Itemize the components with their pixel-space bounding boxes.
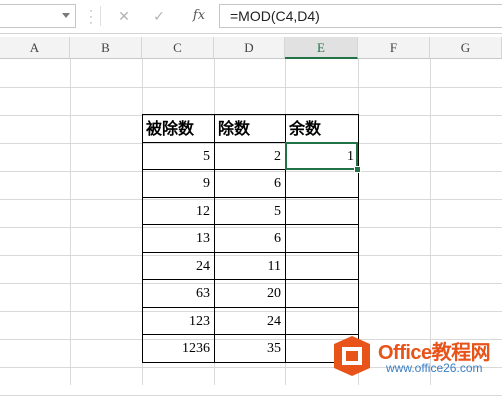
column-label: D [244, 40, 254, 55]
fx-label: fx [192, 8, 206, 23]
formula-text: =MOD(C4,D4) [230, 8, 320, 24]
table-header-cell[interactable]: 余数 [285, 115, 358, 143]
table-border [142, 114, 143, 363]
table-cell[interactable] [285, 198, 358, 226]
separator [100, 6, 101, 26]
table-cell[interactable]: 12 [142, 198, 214, 226]
column-header-g[interactable]: G [430, 37, 502, 59]
table-cell[interactable]: 24 [214, 308, 285, 336]
table-header-cell[interactable]: 被除数 [142, 115, 214, 143]
drag-handle-icon[interactable]: · · · [86, 4, 96, 28]
column-label: F [389, 40, 398, 55]
column-label: G [460, 40, 471, 55]
table-cell[interactable]: 6 [214, 170, 285, 198]
table-border [142, 279, 359, 280]
column-label: B [101, 40, 110, 55]
table-border [214, 114, 215, 363]
close-icon[interactable]: ✕ [113, 6, 135, 26]
column-header-d[interactable]: D [214, 37, 285, 59]
formula-bar: · · · ✕ ✓ fx =MOD(C4,D4) [0, 0, 502, 34]
table-cell[interactable]: 13 [142, 225, 214, 253]
chevron-down-icon[interactable] [62, 13, 70, 18]
table-border [142, 114, 359, 115]
column-header-b[interactable]: B [70, 37, 142, 59]
table-border [142, 334, 359, 335]
column-label: A [29, 40, 40, 55]
insert-function-icon[interactable]: fx [188, 5, 210, 27]
table-cell[interactable]: 5 [214, 198, 285, 226]
table-cell[interactable]: 1236 [142, 335, 214, 363]
column-label: C [173, 40, 182, 55]
gridline [70, 59, 71, 385]
table-cell[interactable] [285, 225, 358, 253]
table-cell[interactable]: 35 [214, 335, 285, 363]
column-label: E [317, 40, 325, 55]
table-cell[interactable] [285, 170, 358, 198]
table-border [142, 307, 359, 308]
column-header-f[interactable]: F [358, 37, 430, 59]
check-icon[interactable]: ✓ [148, 6, 170, 26]
table-border [142, 362, 359, 363]
table-cell[interactable] [285, 253, 358, 281]
table-header-cell[interactable]: 除数 [214, 115, 285, 143]
table-cell[interactable] [285, 280, 358, 308]
table-cell[interactable]: 6 [214, 225, 285, 253]
table-border [142, 197, 359, 198]
watermark-url: www.office26.com [386, 361, 483, 375]
fill-handle[interactable] [354, 166, 361, 173]
column-header-e[interactable]: E [285, 37, 358, 59]
column-header-c[interactable]: C [142, 37, 214, 59]
name-box[interactable] [0, 4, 76, 28]
table-border [142, 224, 359, 225]
table-cell[interactable]: 24 [142, 253, 214, 281]
office-logo-icon [334, 336, 370, 376]
table-cell[interactable]: 5 [142, 143, 214, 171]
gridline [0, 87, 502, 88]
formula-input[interactable]: =MOD(C4,D4) [219, 4, 502, 28]
table-cell[interactable]: 20 [214, 280, 285, 308]
table-border [142, 252, 359, 253]
table-cell[interactable]: 2 [214, 143, 285, 171]
table-cell[interactable]: 11 [214, 253, 285, 281]
table-cell[interactable]: 123 [142, 308, 214, 336]
watermark: Office教程网 www.office26.com [330, 330, 500, 382]
table-cell[interactable]: 63 [142, 280, 214, 308]
table-cell[interactable]: 9 [142, 170, 214, 198]
active-cell-e4[interactable] [285, 142, 358, 170]
column-header-a[interactable]: A [0, 37, 70, 59]
table-border [358, 114, 359, 363]
